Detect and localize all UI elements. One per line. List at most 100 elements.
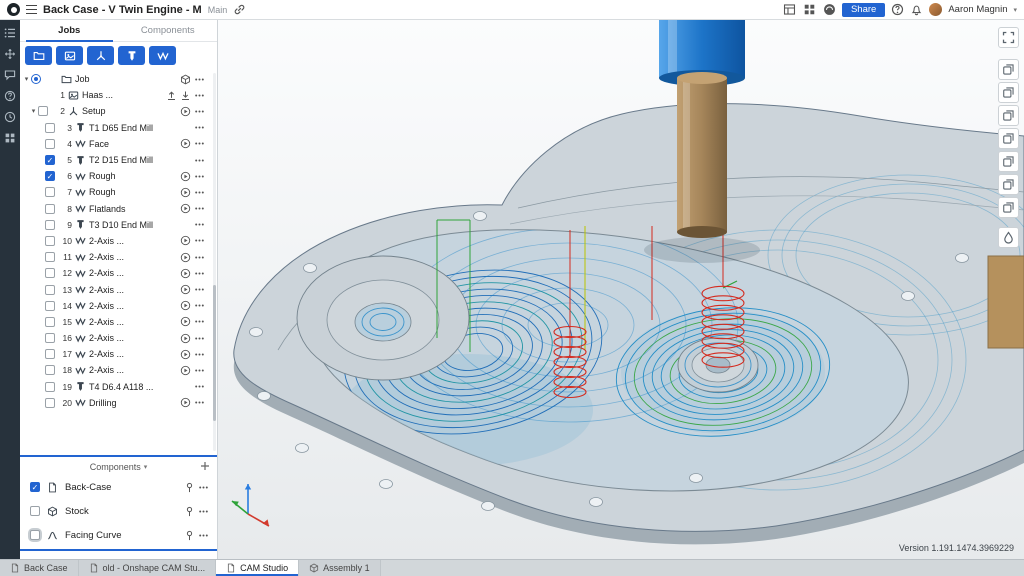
play-icon[interactable] — [180, 171, 191, 182]
fullscreen-icon[interactable] — [998, 27, 1019, 48]
play-icon[interactable] — [180, 333, 191, 344]
checkbox[interactable] — [45, 333, 55, 343]
play-icon[interactable] — [180, 349, 191, 360]
help-icon[interactable] — [891, 3, 904, 16]
menu-icon[interactable] — [194, 106, 205, 117]
checkbox[interactable] — [45, 317, 55, 327]
link-icon[interactable] — [233, 3, 246, 16]
tree-row[interactable]: 8Flatlands — [20, 201, 217, 217]
menu-icon[interactable] — [194, 155, 205, 166]
menu-icon[interactable] — [194, 203, 205, 214]
bottom-tab[interactable]: CAM Studio — [216, 560, 299, 576]
panel-tab-jobs[interactable]: Jobs — [20, 20, 119, 41]
menu-icon[interactable] — [194, 397, 205, 408]
play-icon[interactable] — [180, 268, 191, 279]
post-icon[interactable] — [180, 90, 191, 101]
tree-row[interactable]: 4Face — [20, 136, 217, 152]
tree-row[interactable]: 152-Axis ... — [20, 314, 217, 330]
new-job-button[interactable] — [25, 46, 52, 65]
checkbox[interactable] — [45, 301, 55, 311]
checkbox[interactable] — [45, 204, 55, 214]
community-icon[interactable] — [823, 3, 836, 16]
play-icon[interactable] — [180, 365, 191, 376]
tree-row[interactable]: 182-Axis ... — [20, 362, 217, 378]
menu-icon[interactable] — [194, 333, 205, 344]
checkbox-checked[interactable]: ✓ — [45, 155, 55, 165]
machined-part[interactable] — [234, 104, 1024, 545]
menu-icon[interactable] — [194, 252, 205, 263]
checkbox[interactable] — [45, 398, 55, 408]
menu-icon[interactable] — [198, 506, 209, 517]
menu-icon[interactable] — [194, 90, 205, 101]
checkbox[interactable] — [30, 506, 40, 516]
menu-icon[interactable] — [194, 74, 205, 85]
move-icon[interactable] — [4, 48, 16, 60]
caret-down-icon[interactable]: ▾ — [22, 76, 31, 83]
play-icon[interactable] — [180, 106, 191, 117]
checkbox[interactable] — [30, 530, 40, 540]
menu-icon[interactable] — [194, 365, 205, 376]
new-toolpath-button[interactable] — [149, 46, 176, 65]
upload-icon[interactable] — [166, 90, 177, 101]
checkbox[interactable] — [45, 365, 55, 375]
tree-row[interactable]: 1Haas ... — [20, 87, 217, 103]
checkbox[interactable] — [45, 285, 55, 295]
menu-icon[interactable] — [194, 171, 205, 182]
play-icon[interactable] — [180, 252, 191, 263]
tree-row[interactable]: ✓6Rough — [20, 168, 217, 184]
tree-scrollbar[interactable] — [213, 73, 216, 451]
droplet-icon[interactable] — [998, 227, 1019, 248]
bottom-tab[interactable]: Assembly 1 — [299, 560, 381, 576]
pin-icon[interactable] — [184, 482, 195, 493]
features-icon[interactable] — [4, 27, 16, 39]
menu-icon[interactable] — [194, 122, 205, 133]
tree-row[interactable]: 3T1 D65 End Mill — [20, 120, 217, 136]
viewport-3d[interactable]: Version 1.191.1474.3969229 — [218, 20, 1024, 559]
menu-icon[interactable] — [194, 187, 205, 198]
branch-label[interactable]: Main — [208, 5, 228, 15]
tree-row[interactable]: 142-Axis ... — [20, 298, 217, 314]
play-icon[interactable] — [180, 138, 191, 149]
new-machine-button[interactable] — [56, 46, 83, 65]
tree-row[interactable]: 172-Axis ... — [20, 346, 217, 362]
play-icon[interactable] — [180, 300, 191, 311]
app-grid-icon[interactable] — [803, 3, 816, 16]
tree-row[interactable]: 162-Axis ... — [20, 330, 217, 346]
tree-row[interactable]: 9T3 D10 End Mill — [20, 217, 217, 233]
hamburger-menu-icon[interactable] — [26, 5, 37, 14]
cube-icon[interactable] — [180, 74, 191, 85]
menu-icon[interactable] — [194, 300, 205, 311]
fixture-block[interactable] — [988, 256, 1024, 348]
display-icon[interactable] — [998, 105, 1019, 126]
tree-row[interactable]: 19T4 D6.4 A118 ... — [20, 379, 217, 395]
tree-row[interactable]: 7Rough — [20, 184, 217, 200]
component-row[interactable]: Stock — [20, 499, 217, 523]
menu-icon[interactable] — [194, 316, 205, 327]
history-icon[interactable] — [4, 111, 16, 123]
display-icon[interactable] — [998, 197, 1019, 218]
bottom-tab[interactable]: old - Onshape CAM Stu... — [79, 560, 217, 576]
table-icon[interactable] — [783, 3, 796, 16]
tree-row[interactable]: 102-Axis ... — [20, 233, 217, 249]
play-icon[interactable] — [180, 397, 191, 408]
display-icon[interactable] — [998, 82, 1019, 103]
menu-icon[interactable] — [198, 530, 209, 541]
radio-selected[interactable] — [31, 74, 41, 84]
checkbox[interactable] — [38, 106, 48, 116]
checkbox[interactable] — [45, 139, 55, 149]
tree-row[interactable]: ▾Job — [20, 71, 217, 87]
pin-icon[interactable] — [184, 530, 195, 541]
checkbox[interactable] — [45, 220, 55, 230]
play-icon[interactable] — [180, 284, 191, 295]
tree-row[interactable]: 132-Axis ... — [20, 281, 217, 297]
play-icon[interactable] — [180, 316, 191, 327]
apps-icon[interactable] — [4, 132, 16, 144]
checkbox[interactable] — [45, 252, 55, 262]
menu-icon[interactable] — [194, 268, 205, 279]
tree-row[interactable]: ▾2Setup — [20, 103, 217, 119]
share-button[interactable]: Share — [842, 3, 885, 17]
play-icon[interactable] — [180, 235, 191, 246]
checkbox[interactable] — [45, 382, 55, 392]
tree-row[interactable]: 122-Axis ... — [20, 265, 217, 281]
display-icon[interactable] — [998, 151, 1019, 172]
